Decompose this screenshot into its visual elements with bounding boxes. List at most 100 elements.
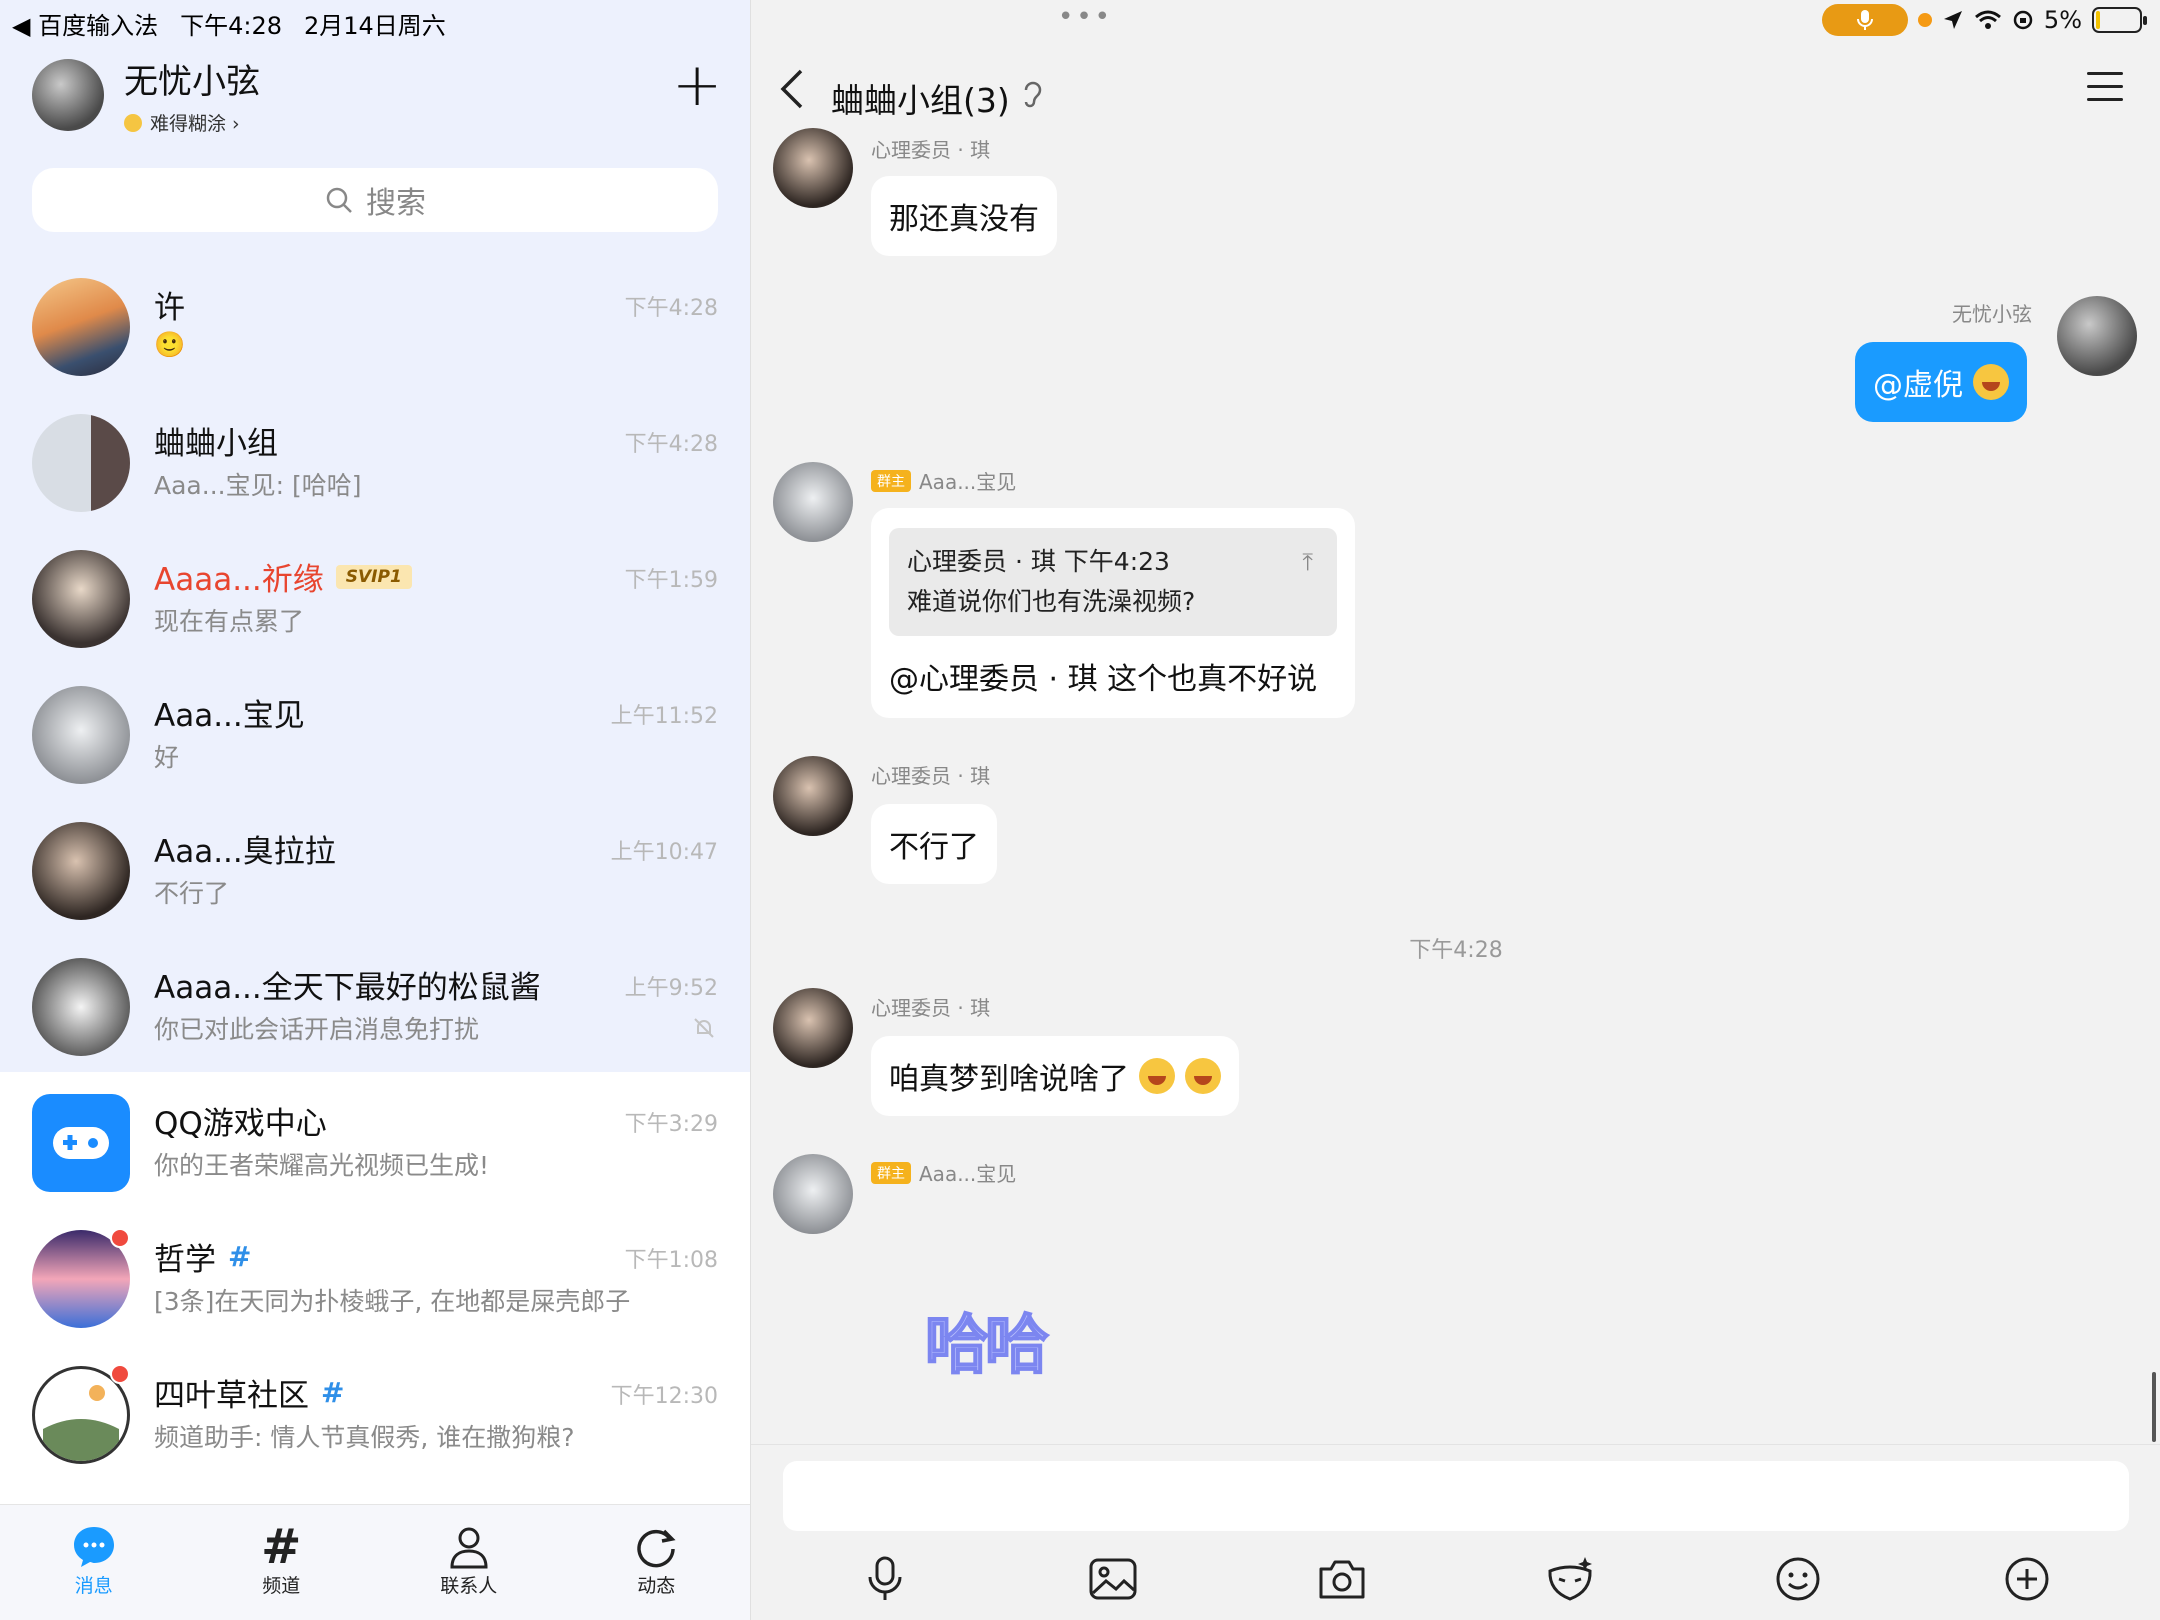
message-text: @心理委员 · 琪 这个也真不好说 xyxy=(889,662,1318,697)
sender-info: 群主 Aaa...宝见 xyxy=(871,1158,1016,1187)
conversation-preview: 🙂 xyxy=(154,330,186,359)
avatar[interactable] xyxy=(2057,296,2137,376)
more-button[interactable] xyxy=(1992,1549,2062,1609)
game-center-icon xyxy=(32,1094,130,1192)
time-divider: 下午4:28 xyxy=(1409,938,1503,963)
owner-badge: 群主 xyxy=(871,1161,911,1184)
tab-channels[interactable]: # 频道 xyxy=(188,1505,376,1620)
sender-name: 心理委员 · 琪 xyxy=(871,138,991,162)
list-item[interactable]: Aaaa...祈缘 SVIP1 现在有点累了 下午1:59 xyxy=(0,550,750,686)
avatar[interactable] xyxy=(773,462,853,542)
profile-status[interactable]: 难得糊涂 › xyxy=(124,109,260,136)
list-item[interactable]: 哲学 # [3条]在天同为扑棱蛾子, 在地都是屎壳郎子 下午1:08 xyxy=(0,1228,750,1366)
channel-icon: # xyxy=(228,1240,252,1273)
tab-label: 动态 xyxy=(637,1575,676,1597)
chat-panel: 蛐蛐小组(3) 心理委员 · 琪 那还真没有 无忧小弦 @虚倪 群主 Aaa..… xyxy=(750,0,2160,1620)
date: 2月14日周六 xyxy=(304,12,446,40)
back-chevron-icon[interactable] xyxy=(779,68,805,114)
quoted-message[interactable]: 心理委员 · 琪 下午4:23 难道说你们也有洗澡视频? ⤒ xyxy=(889,528,1337,636)
avatar xyxy=(32,958,130,1056)
conversation-name: Aaaa...祈缘 SVIP1 xyxy=(154,554,412,599)
muted-bell-icon xyxy=(692,1016,716,1046)
conversation-name: 许 xyxy=(154,290,185,326)
back-to-app-link[interactable]: ◀ 百度输入法 xyxy=(12,6,158,41)
scrollbar[interactable] xyxy=(2152,1372,2156,1442)
hashtag-icon: # xyxy=(261,1519,302,1575)
list-item[interactable]: Aaaa...全天下最好的松鼠酱 你已对此会话开启消息免打扰 上午9:52 xyxy=(0,958,750,1094)
voice-button[interactable] xyxy=(850,1549,920,1609)
ear-icon[interactable] xyxy=(1022,80,1044,117)
search-input[interactable]: 搜索 xyxy=(32,168,718,232)
message-bubble[interactable]: @虚倪 xyxy=(1855,342,2027,422)
search-icon xyxy=(326,187,352,213)
tab-label: 联系人 xyxy=(440,1575,498,1597)
profile-name: 无忧小弦 xyxy=(124,62,260,102)
conversation-preview: 现在有点累了 xyxy=(154,607,305,636)
conversation-preview: 不行了 xyxy=(154,879,230,908)
status-text: 难得糊涂 › xyxy=(150,113,240,135)
avatar[interactable] xyxy=(773,988,853,1068)
avatar[interactable] xyxy=(773,756,853,836)
svip-badge: SVIP1 xyxy=(335,564,412,589)
menu-icon[interactable] xyxy=(2087,72,2123,111)
conversation-time: 下午1:59 xyxy=(624,568,718,593)
emoji-button[interactable] xyxy=(1763,1549,1833,1609)
message-text: @虚倪 xyxy=(1873,368,1963,403)
group-avatar xyxy=(32,414,130,512)
avatar[interactable] xyxy=(32,59,104,131)
battery-icon xyxy=(2092,7,2147,33)
conversation-name: 蛐蛐小组 xyxy=(154,426,278,462)
sender-name: Aaa...宝见 xyxy=(919,1162,1017,1186)
unread-dot xyxy=(110,1228,130,1248)
list-item[interactable]: 四叶草社区 # 频道助手: 情人节真假秀, 谁在撒狗粮? 下午12:30 xyxy=(0,1364,750,1502)
list-item[interactable]: Aaa...臭拉拉 不行了 上午10:47 xyxy=(0,822,750,958)
tab-moments[interactable]: 动态 xyxy=(563,1505,751,1620)
image-button[interactable] xyxy=(1078,1549,1148,1609)
conversation-time: 下午4:28 xyxy=(624,432,718,457)
conversation-time: 下午1:08 xyxy=(624,1248,718,1273)
message-input[interactable] xyxy=(783,1461,2129,1531)
message-bubble[interactable]: 心理委员 · 琪 下午4:23 难道说你们也有洗澡视频? ⤒ @心理委员 · 琪… xyxy=(871,508,1355,718)
profile-header[interactable]: 无忧小弦 难得糊涂 › xyxy=(32,54,260,136)
chat-title[interactable]: 蛐蛐小组(3) xyxy=(831,74,1044,122)
image-icon xyxy=(1089,1558,1137,1600)
message-bubble[interactable]: 不行了 xyxy=(871,804,997,884)
conversation-preview: Aaa...宝见: [哈哈] xyxy=(154,471,362,500)
refresh-circle-icon xyxy=(634,1523,678,1571)
message-text: 咱真梦到啥说啥了 xyxy=(889,1062,1129,1097)
status-emoji-icon xyxy=(124,113,142,132)
jump-to-quote-icon[interactable]: ⤒ xyxy=(1302,542,1313,582)
channel-icon: # xyxy=(321,1376,345,1409)
conversation-time: 下午4:28 xyxy=(624,296,718,321)
message-bubble[interactable]: 那还真没有 xyxy=(871,176,1057,256)
laugh-emoji-icon xyxy=(1139,1058,1175,1094)
conversation-name: Aaaa...全天下最好的松鼠酱 xyxy=(154,970,541,1006)
avatar xyxy=(32,822,130,920)
conversation-time: 上午10:47 xyxy=(610,840,718,865)
mask-sparkle-icon xyxy=(1548,1557,1593,1601)
list-item[interactable]: 蛐蛐小组 Aaa...宝见: [哈哈] 下午4:28 xyxy=(0,414,750,550)
message-bubble[interactable]: 咱真梦到啥说啥了 xyxy=(871,1036,1239,1116)
list-item[interactable]: QQ游戏中心 你的王者荣耀高光视频已生成! 下午3:29 xyxy=(0,1094,750,1230)
conversation-preview: 频道助手: 情人节真假秀, 谁在撒狗粮? xyxy=(154,1423,575,1452)
list-item[interactable]: 许 🙂 下午4:28 xyxy=(0,278,750,414)
conversation-name: QQ游戏中心 xyxy=(154,1106,327,1142)
chat-title-text: 蛐蛐小组(3) xyxy=(831,81,1010,120)
camera-button[interactable] xyxy=(1307,1549,1377,1609)
list-item[interactable]: Aaa...宝见 好 上午11:52 xyxy=(0,686,750,822)
red-packet-button[interactable] xyxy=(1535,1549,1605,1609)
multitask-dots-icon[interactable]: ••• xyxy=(1058,2,1113,32)
add-button[interactable]: + xyxy=(672,55,722,115)
privacy-dot-icon xyxy=(1917,13,1932,27)
tab-messages[interactable]: 消息 xyxy=(0,1505,188,1620)
sender-name: 无忧小弦 xyxy=(1952,302,2032,326)
tab-contacts[interactable]: 联系人 xyxy=(375,1505,563,1620)
avatar xyxy=(32,550,130,648)
conversation-time: 上午11:52 xyxy=(610,704,718,729)
conversation-name: 四叶草社区 # xyxy=(154,1370,344,1415)
sticker-haha[interactable]: 哈哈 xyxy=(924,1294,1050,1386)
avatar[interactable] xyxy=(773,128,853,208)
chat-bubble-icon xyxy=(71,1523,117,1571)
avatar[interactable] xyxy=(773,1154,853,1234)
location-icon xyxy=(1943,11,1962,29)
